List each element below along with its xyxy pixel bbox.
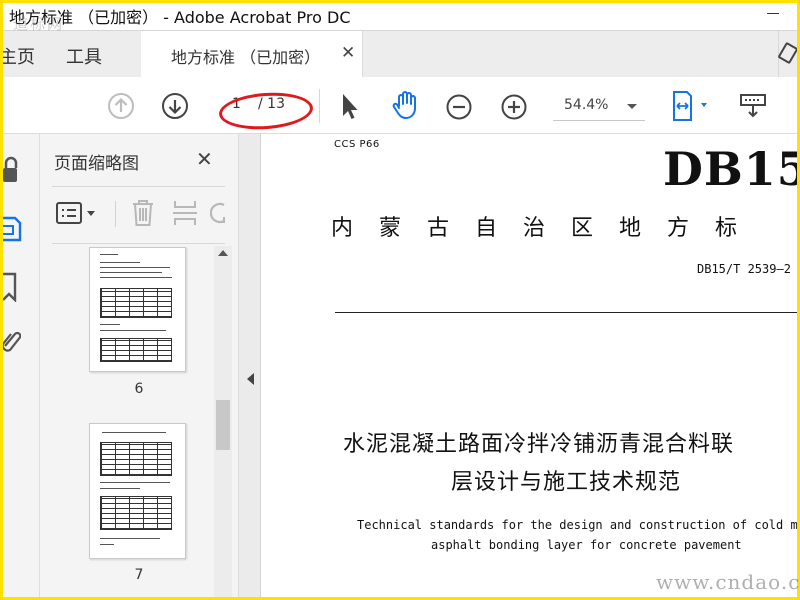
ccs-code: CCS P66 xyxy=(334,139,380,150)
divider xyxy=(52,186,225,187)
thumbnail-page-number: 7 xyxy=(134,567,144,583)
page-thumbnails-icon[interactable] xyxy=(3,214,29,244)
keyboard-icon[interactable] xyxy=(738,92,768,120)
thumbnail-page-number: 6 xyxy=(134,381,144,397)
title-bar: 地方标准 （已加密） - Adobe Acrobat Pro DC xyxy=(3,3,797,30)
thumbnail-text xyxy=(100,544,114,545)
trash-icon[interactable] xyxy=(130,198,156,228)
thumbnail-table xyxy=(100,442,172,476)
thumbnail-table xyxy=(100,288,172,318)
navigation-rail xyxy=(3,134,40,597)
thumbnail-table xyxy=(100,338,172,362)
thumbnail-text xyxy=(100,330,166,331)
scrollbar-thumb[interactable] xyxy=(216,400,230,450)
divider xyxy=(52,243,225,244)
tab-tools[interactable]: 工具 xyxy=(66,43,102,69)
thumbnail-tools xyxy=(40,189,239,239)
page-thumbnails-panel: 页面缩略图 ✕ 6 7 xyxy=(40,134,239,597)
chinese-title-line-2: 层设计与施工技术规范 xyxy=(451,470,682,495)
zoom-value: 54.4% xyxy=(564,97,609,113)
thumbnail-text xyxy=(100,488,140,489)
zoom-out-icon[interactable] xyxy=(445,93,473,121)
acrobat-window: 地方标准 （已加密） - Adobe Acrobat Pro DC 主页 工具 … xyxy=(3,3,797,597)
thumbnail-text xyxy=(100,262,140,263)
chevron-down-icon xyxy=(627,104,637,109)
toolbar-divider xyxy=(319,89,320,123)
tab-bar: 主页 工具 地方标准 （已加密） ✕ xyxy=(3,30,797,78)
horizontal-rule xyxy=(335,312,797,313)
bookmark-icon[interactable] xyxy=(3,272,19,302)
document-view[interactable]: CCS P66 DB15 内蒙古自治区地方标 DB15/T 2539—2 水泥混… xyxy=(261,134,797,597)
thumbnail-text xyxy=(100,482,170,483)
previous-page-icon[interactable] xyxy=(107,92,135,120)
toolbar: 1 / 13 54.4% xyxy=(3,77,797,134)
tab-home[interactable]: 主页 xyxy=(3,43,35,69)
thumbnail-text xyxy=(100,324,120,325)
fit-page-icon[interactable] xyxy=(669,89,715,123)
zoom-in-icon[interactable] xyxy=(500,93,528,121)
thumbnail-page[interactable] xyxy=(89,423,186,559)
rotate-icon[interactable] xyxy=(210,200,226,226)
english-title-line-1: Technical standards for the design and c… xyxy=(357,518,797,532)
thumbnail-text xyxy=(100,277,172,278)
phone-icon xyxy=(777,41,797,65)
zoom-select[interactable]: 54.4% xyxy=(553,91,645,121)
document-tab-label: 地方标准 （已加密） xyxy=(171,48,321,67)
close-tab-icon[interactable]: ✕ xyxy=(341,43,355,63)
thumbnail-page[interactable] xyxy=(89,247,186,372)
thumbnail-text xyxy=(100,538,160,539)
thumbnail-text xyxy=(102,432,166,433)
thumbnail-scrollbar[interactable] xyxy=(214,246,232,597)
thumbnail-text xyxy=(100,254,118,255)
standard-logo: DB15 xyxy=(663,142,797,196)
minimize-button[interactable] xyxy=(763,5,783,19)
attachment-icon[interactable] xyxy=(3,328,21,354)
watermark: 道标网 xyxy=(13,15,65,33)
thumbnail-text xyxy=(100,267,170,268)
standard-code: DB15/T 2539—2 xyxy=(697,262,791,276)
tab-document[interactable]: 地方标准 （已加密） ✕ xyxy=(141,31,363,78)
collapse-panel-button[interactable] xyxy=(239,134,261,597)
chevron-left-icon xyxy=(247,373,254,385)
lock-icon[interactable] xyxy=(3,156,21,184)
close-panel-icon[interactable]: ✕ xyxy=(196,147,213,171)
region-title: 内蒙古自治区地方标 xyxy=(331,216,764,241)
select-arrow-icon[interactable] xyxy=(337,90,361,122)
toolbar-divider xyxy=(115,201,116,227)
next-page-icon[interactable] xyxy=(161,92,189,120)
sign-in-area[interactable] xyxy=(777,31,797,78)
insert-pages-icon[interactable] xyxy=(172,198,198,228)
hand-tool-icon[interactable] xyxy=(389,89,421,121)
chinese-title-line-1: 水泥混凝土路面冷拌冷铺沥青混合料联 xyxy=(343,432,735,457)
english-title-line-2: asphalt bonding layer for concrete pavem… xyxy=(431,538,742,552)
watermark: www.cndao.com xyxy=(656,570,800,594)
panel-title: 页面缩略图 xyxy=(54,154,139,174)
options-menu-icon[interactable] xyxy=(56,201,100,227)
thumbnail-text xyxy=(100,272,162,273)
thumbnail-table xyxy=(100,496,172,530)
scroll-up-icon[interactable] xyxy=(218,250,228,256)
